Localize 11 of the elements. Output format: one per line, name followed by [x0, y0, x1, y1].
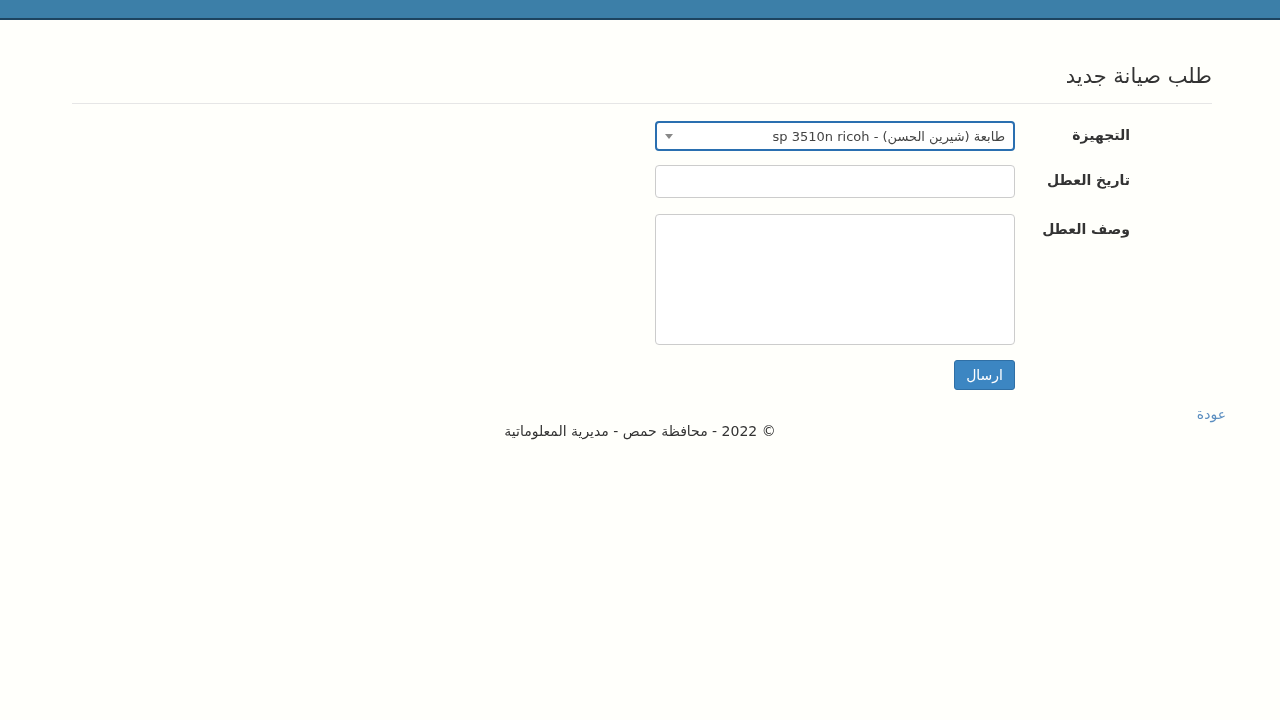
field-label: تاريخ العطل [1047, 171, 1130, 189]
footer-text: © 2022 - محافظة حمص - مديرية المعلوماتية [504, 423, 776, 440]
text-area[interactable] [655, 214, 1015, 346]
back-link[interactable]: عودة [1196, 406, 1226, 423]
page-title: طلب صيانة جديد [1065, 64, 1212, 90]
field-label: وصف العطل [1042, 220, 1130, 238]
caret-icon [665, 133, 673, 139]
submit-button[interactable]: ارسال [954, 360, 1015, 391]
field-label: التجهيزة [1072, 126, 1130, 144]
equipment-select[interactable]: طابعة (شيرين الحسن) - sp 3510n ricoh [655, 121, 1015, 152]
input-field[interactable] [655, 165, 1015, 199]
